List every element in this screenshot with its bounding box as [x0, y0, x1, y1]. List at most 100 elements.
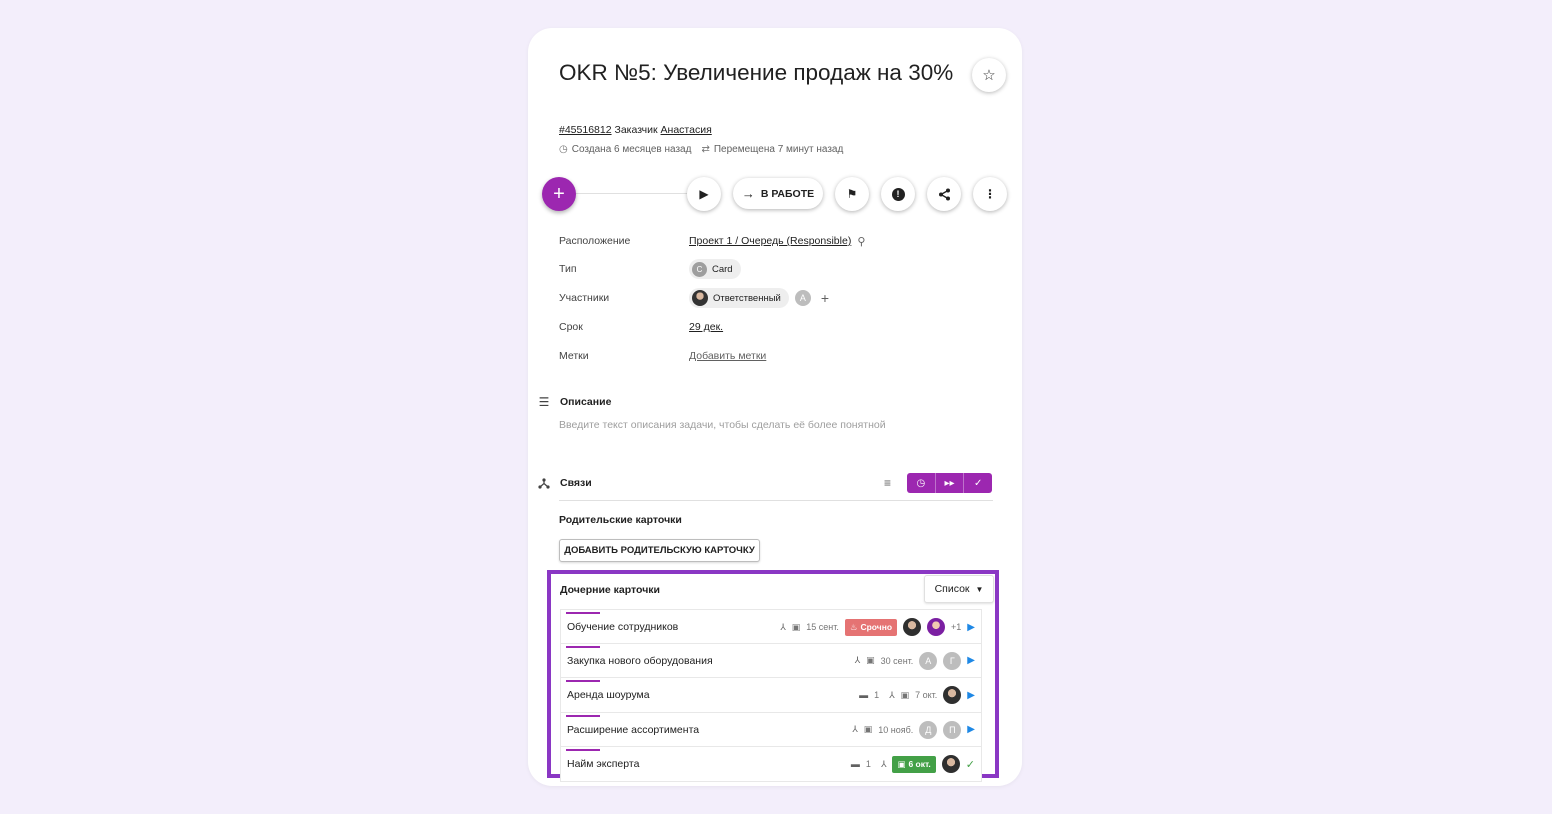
calendar-icon: ▣: [897, 758, 906, 769]
text-lines-icon: ☰: [538, 395, 550, 409]
toolbar-divider: [576, 193, 696, 194]
child-card-name[interactable]: Аренда шоурума: [567, 689, 650, 701]
urgent-badge-label: Срочно: [860, 622, 893, 632]
more-vertical-icon: ⋮: [984, 187, 996, 201]
add-fab-button[interactable]: +: [542, 177, 576, 211]
child-card-date: 7 окт.: [915, 690, 938, 700]
play-icon[interactable]: ▶: [967, 655, 975, 666]
child-card-row[interactable]: Закупка нового оборудования ⅄ ▣ 30 сент.…: [560, 643, 982, 678]
caret-down-icon: ▼: [975, 584, 984, 594]
member-chip[interactable]: Ответственный: [689, 288, 789, 308]
status-button[interactable]: → В РАБОТЕ: [733, 178, 823, 209]
more-members-count: +1: [951, 622, 962, 632]
links-title: Связи: [560, 477, 592, 489]
child-card-date: 15 сент.: [806, 622, 839, 632]
plus-icon: +: [553, 182, 565, 205]
child-card-row[interactable]: Расширение ассортимента ⅄ ▣ 10 нояб. Д П…: [560, 712, 982, 747]
customer-link[interactable]: Анастасия: [661, 124, 712, 136]
customer-label: Заказчик: [614, 124, 658, 136]
child-card-row[interactable]: Найм эксперта ▬ 1 ⅄ ▣ 6 окт. ✓: [560, 747, 982, 782]
prop-due: Срок 29 дек.: [559, 316, 999, 338]
due-date-link[interactable]: 29 дек.: [689, 321, 723, 333]
clock-mode-icon[interactable]: ◷: [907, 473, 936, 493]
type-chip-letter: C: [692, 261, 707, 277]
calendar-icon: ▣: [791, 621, 801, 632]
avatar: [903, 618, 922, 636]
due-date-badge: ▣ 6 окт.: [892, 755, 936, 773]
description-title: Описание: [560, 396, 612, 408]
hierarchy-icon: ⅄: [854, 655, 861, 665]
prop-type: Тип C Card: [559, 258, 999, 280]
task-id[interactable]: #45516812: [559, 124, 612, 136]
child-card-name[interactable]: Закупка нового оборудования: [567, 655, 713, 667]
fire-icon: ♨: [849, 621, 858, 632]
filter-icon[interactable]: ≡: [884, 476, 891, 490]
star-icon: ☆: [982, 67, 996, 84]
more-button[interactable]: ⋮: [973, 177, 1007, 211]
task-meta: #45516812 Заказчик Анастасия: [559, 124, 712, 136]
child-card-name[interactable]: Обучение сотрудников: [567, 621, 678, 633]
flag-icon: ⚑: [846, 187, 858, 201]
flag-button[interactable]: ⚑: [835, 177, 869, 211]
check-mode-icon[interactable]: ✓: [964, 473, 992, 493]
view-select[interactable]: Список ▼: [924, 575, 994, 603]
hierarchy-icon: ⅄: [889, 689, 895, 700]
play-icon[interactable]: ▶: [967, 724, 975, 735]
move-icon: ⇄: [701, 144, 710, 155]
hierarchy-icon: ⅄: [852, 724, 858, 734]
links-divider: [559, 500, 993, 501]
member-avatar-letter[interactable]: А: [794, 290, 811, 306]
play-icon[interactable]: ▶: [967, 690, 975, 701]
priority-button[interactable]: !: [881, 177, 915, 211]
links-heading: Связи: [538, 477, 592, 489]
fast-forward-icon[interactable]: ▸▸: [936, 473, 965, 493]
calendar-icon: ▣: [900, 689, 910, 700]
search-icon[interactable]: ⚲: [857, 235, 865, 248]
add-member-icon[interactable]: +: [821, 290, 829, 306]
task-title[interactable]: OKR №5: Увеличение продаж на 30%: [559, 58, 959, 88]
avatar: А: [919, 651, 938, 670]
avatar: Г: [943, 651, 962, 670]
card-color-bar: [566, 645, 600, 648]
type-chip[interactable]: C Card: [689, 259, 741, 279]
child-card-name[interactable]: Найм эксперта: [567, 758, 639, 770]
child-card-row[interactable]: Обучение сотрудников ⅄ ▣ 15 сент. ♨ Срочн…: [560, 609, 982, 644]
child-card-name[interactable]: Расширение ассортимента: [567, 724, 699, 736]
add-parent-card-button[interactable]: ДОБАВИТЬ РОДИТЕЛЬСКУЮ КАРТОЧКУ: [559, 539, 760, 562]
due-label: Срок: [559, 321, 583, 333]
prop-tags: Метки Добавить метки: [559, 345, 999, 367]
child-cards-title: Дочерние карточки: [560, 584, 660, 596]
urgent-badge: ♨ Срочно: [844, 618, 898, 636]
card-color-bar: [566, 749, 600, 751]
avatar: [692, 290, 708, 306]
child-card-date: 10 нояб.: [878, 724, 914, 735]
favorite-button[interactable]: ☆: [972, 58, 1006, 92]
task-timestamps: ◷ Создана 6 месяцев назад ⇄ Перемещена 7…: [559, 144, 843, 155]
location-link[interactable]: Проект 1 / Очередь (Responsible): [689, 235, 851, 247]
tags-label: Метки: [559, 350, 589, 362]
card-color-bar: [566, 612, 600, 614]
comment-count: 1: [874, 690, 880, 700]
type-label: Тип: [559, 263, 577, 275]
created-text: Создана 6 месяцев назад: [571, 144, 692, 155]
calendar-icon: ▣: [863, 724, 873, 734]
clock-icon: ◷: [559, 144, 568, 155]
prop-location: Расположение Проект 1 / Очередь (Respons…: [559, 230, 999, 252]
hierarchy-icon: ⅄: [780, 621, 786, 632]
description-input[interactable]: Введите текст описания задачи, чтобы сде…: [559, 419, 886, 431]
location-label: Расположение: [559, 235, 631, 247]
avatar: [927, 618, 946, 636]
check-icon[interactable]: ✓: [966, 758, 975, 771]
play-button[interactable]: ▶: [687, 177, 721, 211]
child-card-row[interactable]: Аренда шоурума ▬ 1 ⅄ ▣ 7 окт. ▶: [560, 678, 982, 713]
add-tags-link[interactable]: Добавить метки: [689, 350, 766, 362]
parent-cards-title: Родительские карточки: [559, 514, 682, 526]
play-icon[interactable]: ▶: [967, 622, 975, 633]
alert-icon: !: [891, 187, 905, 201]
moved-text: Перемещена 7 минут назад: [713, 144, 844, 155]
play-icon: ▶: [699, 187, 709, 201]
links-mode-toggle: ◷ ▸▸ ✓: [907, 473, 992, 493]
share-button[interactable]: [927, 177, 961, 211]
avatar: П: [943, 720, 962, 739]
comment-count: 1: [865, 759, 871, 769]
